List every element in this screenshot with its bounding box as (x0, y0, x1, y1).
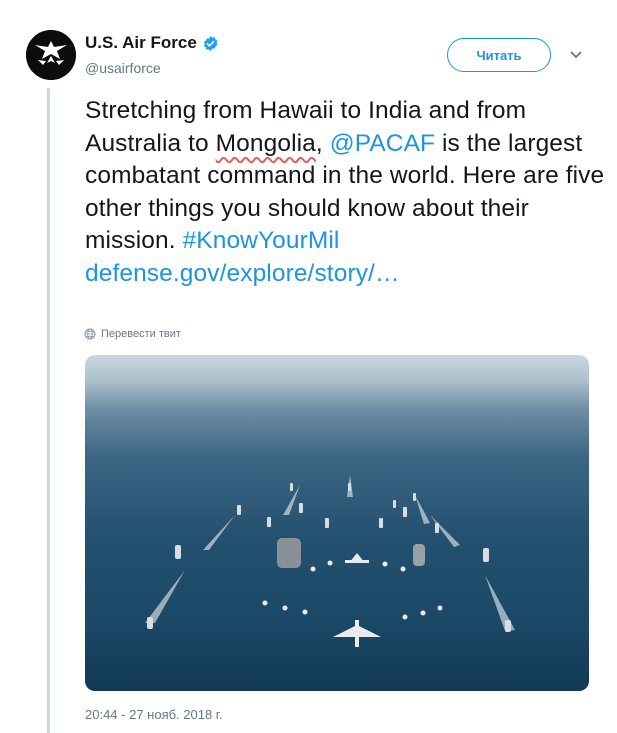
chevron-down-icon[interactable] (569, 48, 583, 62)
tweet-timestamp[interactable]: 20:44 - 27 нояб. 2018 г. (85, 707, 223, 722)
translate-label: Перевести твит (101, 328, 181, 340)
avatar[interactable] (26, 30, 76, 80)
mention-link[interactable]: @PACAF (330, 130, 435, 157)
author-name[interactable]: U.S. Air Force (85, 33, 197, 53)
thread-line (47, 88, 50, 733)
tweet-photo[interactable] (85, 355, 589, 691)
author-handle[interactable]: @usairforce (85, 60, 161, 76)
misspelled-word: Mongolia (215, 129, 316, 157)
tweet-text-part: , (315, 129, 330, 157)
tweet-text: Stretching from Hawaii to India and from… (85, 95, 605, 290)
fleet-formation-image (145, 475, 515, 647)
follow-button[interactable]: Читать (447, 38, 551, 72)
author-row: U.S. Air Force (85, 33, 219, 53)
globe-icon (84, 328, 96, 340)
verified-badge-icon (203, 35, 218, 51)
translate-tweet[interactable]: Перевести твит (84, 328, 181, 340)
hashtag-link[interactable]: #KnowYourMil (183, 227, 340, 254)
air-force-logo (26, 30, 76, 80)
article-link[interactable]: defense.gov/explore/story/… (85, 260, 400, 287)
